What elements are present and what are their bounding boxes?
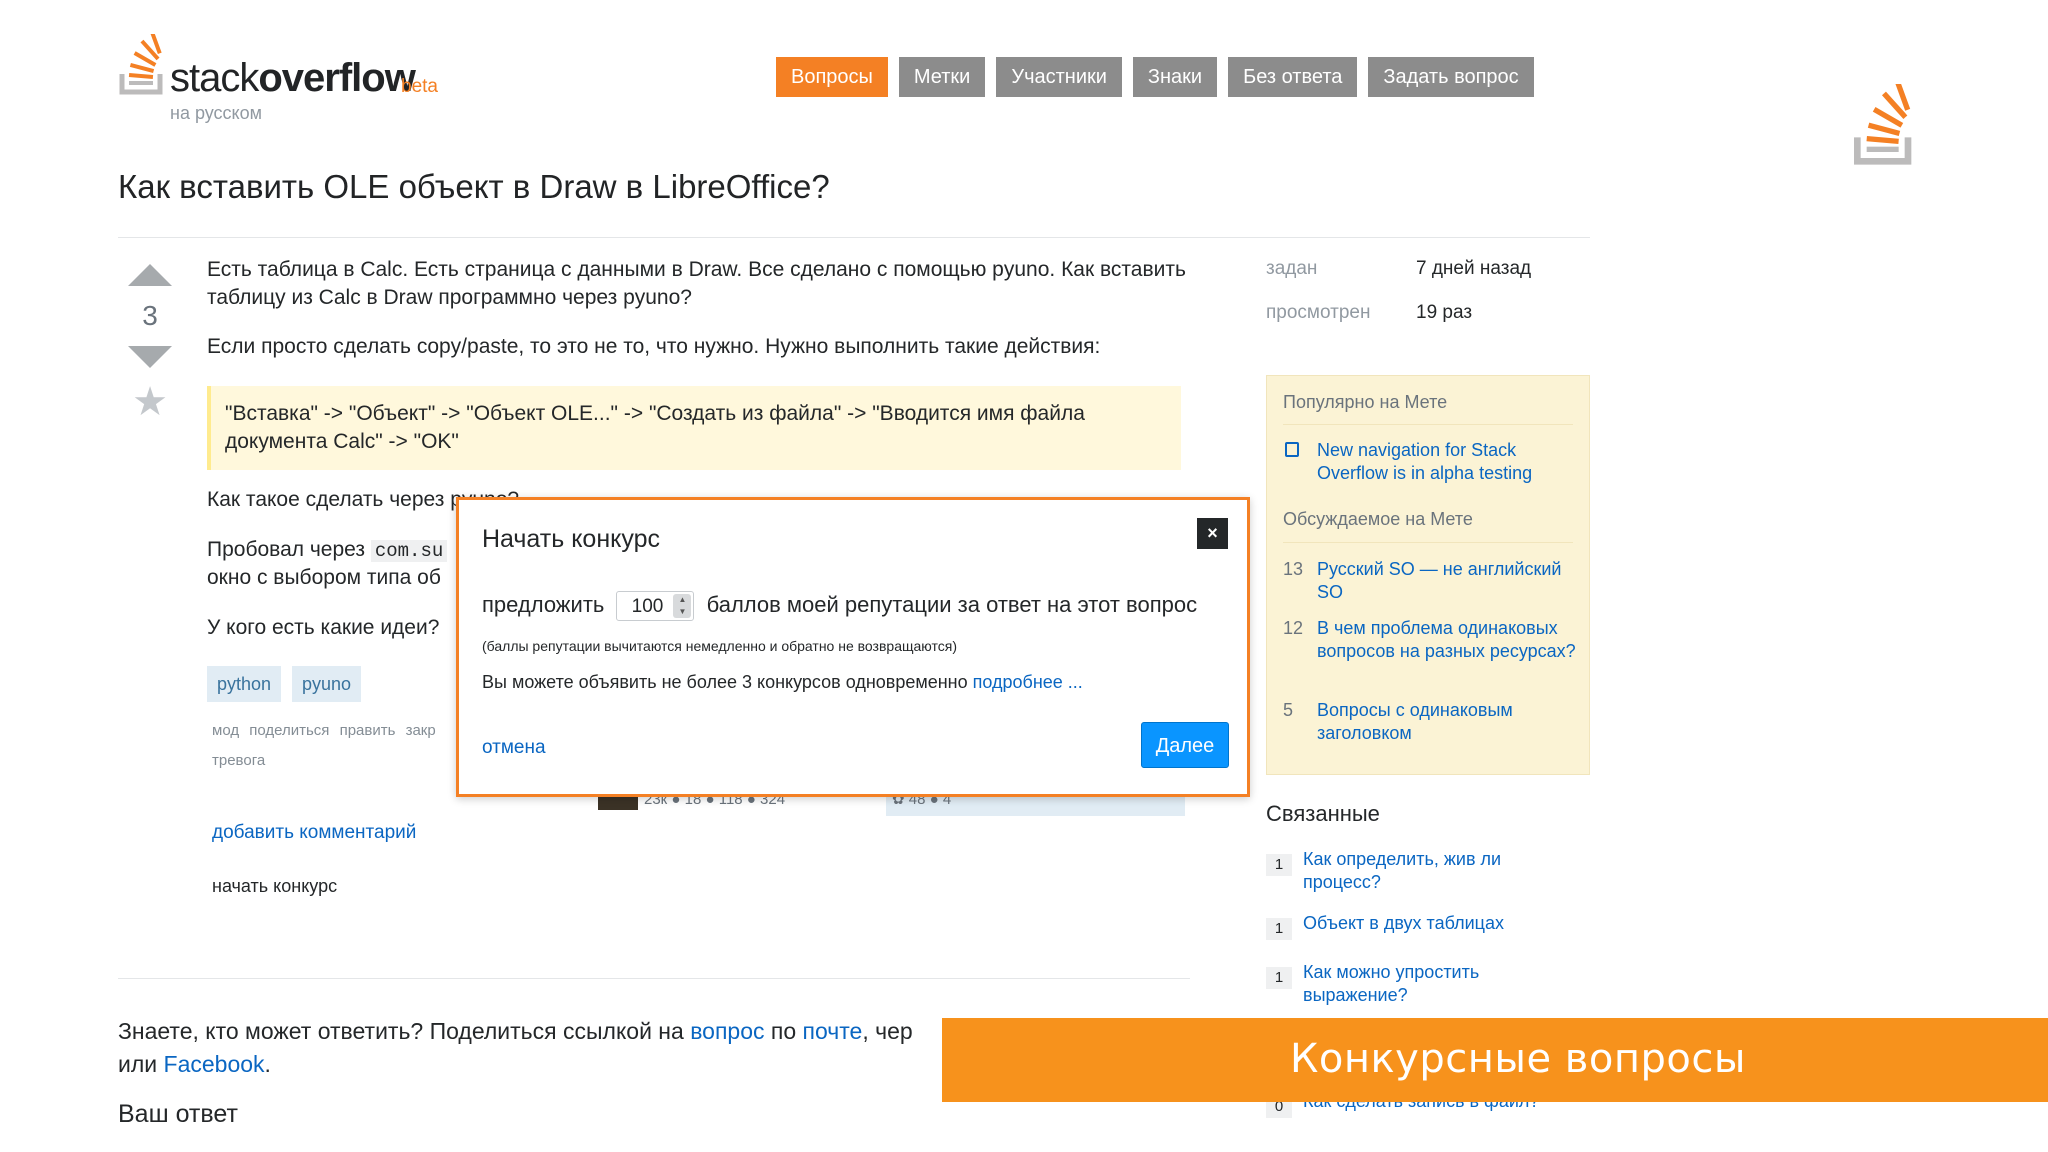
main-nav: Вопросы Метки Участники Знаки Без ответа… [776, 57, 1534, 97]
bounty-offer-row: предложить ▲▼ баллов моей репутации за о… [482, 591, 1197, 622]
bulletin-link[interactable]: New navigation for Stack Overflow is in … [1317, 439, 1582, 485]
post-menu-flag[interactable]: тревога [212, 752, 265, 769]
related-score: 1 [1266, 854, 1292, 876]
bulletin-link[interactable]: Русский SO — не английский SO [1317, 558, 1582, 604]
upvote-icon[interactable] [128, 264, 172, 286]
your-answer-heading: Ваш ответ [118, 1100, 238, 1128]
logo-subtitle: на русском [170, 103, 263, 123]
viewed-row: просмотрен 19 раз [1266, 302, 1473, 323]
start-bounty-dialog: Начать конкурс × предложить ▲▼ баллов мо… [456, 497, 1250, 797]
stack-corner-icon [1854, 84, 1912, 165]
post-paragraph: Если просто сделать copy/paste, то это н… [207, 335, 1101, 358]
share-facebook-link[interactable]: Facebook [164, 1051, 265, 1077]
post-paragraph: Пробовал через com.su [207, 536, 448, 565]
nav-badges[interactable]: Знаки [1132, 57, 1218, 97]
related-link[interactable]: Как определить, жив ли процесс? [1303, 848, 1553, 894]
bulletin-divider [1283, 542, 1573, 543]
related-heading: Связанные [1266, 801, 1380, 826]
favorite-star-icon[interactable]: ★ [128, 382, 172, 422]
related-link[interactable]: Объект в двух таблицах [1303, 912, 1553, 935]
share-question-link[interactable]: вопрос [690, 1018, 764, 1044]
post-paragraph: окно с выбором типа об [207, 566, 441, 589]
related-score: 1 [1266, 918, 1292, 940]
related-score: 1 [1266, 967, 1292, 989]
nav-users[interactable]: Участники [996, 57, 1122, 97]
nav-ask-question[interactable]: Задать вопрос [1368, 57, 1534, 97]
add-comment-link[interactable]: добавить комментарий [212, 822, 416, 844]
bulletin-item[interactable]: 13 Русский SO — не английский SO [1283, 558, 1578, 606]
title-divider [118, 237, 1590, 238]
spinner-arrows-icon[interactable]: ▲ ▼ [673, 594, 692, 618]
vote-count: 3 [142, 300, 158, 331]
dialog-title: Начать конкурс [482, 525, 660, 553]
bulletin-item[interactable]: 5 Вопросы с одинаковым заголовком [1283, 699, 1578, 747]
post-divider [118, 978, 1190, 979]
cancel-link[interactable]: отмена [482, 737, 546, 759]
bounty-limit: Вы можете объявить не более 3 конкурсов … [482, 672, 1083, 692]
bulletin-count: 13 [1283, 559, 1304, 579]
post-menu[interactable]: мод поделиться править закр [212, 722, 436, 739]
nav-questions[interactable]: Вопросы [776, 57, 888, 97]
close-icon[interactable]: × [1197, 518, 1228, 549]
bulletin-divider [1283, 424, 1573, 425]
downvote-icon[interactable] [128, 346, 172, 368]
nav-tags[interactable]: Метки [898, 57, 986, 97]
next-button[interactable]: Далее [1141, 722, 1229, 768]
bulletin-link[interactable]: В чем проблема одинаковых вопросов на ра… [1317, 617, 1582, 663]
community-bulletin: Популярно на Мете New navigation for Sta… [1266, 375, 1590, 775]
bulletin-link[interactable]: Вопросы с одинаковым заголовком [1317, 699, 1582, 745]
site-logo[interactable]: stackoverflow beta на русском [118, 34, 458, 124]
share-email-link[interactable]: почте [803, 1018, 863, 1044]
logo-beta: beta [401, 76, 438, 97]
discussed-heading: Обсуждаемое на Мете [1283, 509, 1473, 529]
related-link[interactable]: Как можно упростить выражение? [1303, 961, 1553, 1007]
meta-post-icon [1285, 442, 1299, 457]
tag-pyuno[interactable]: pyuno [292, 666, 362, 702]
bulletin-item[interactable]: New navigation for Stack Overflow is in … [1283, 439, 1578, 489]
post-paragraph: Есть таблица в Calc. Есть страница с дан… [207, 258, 1186, 309]
nav-unanswered[interactable]: Без ответа [1228, 57, 1358, 97]
bulletin-count: 5 [1283, 700, 1294, 720]
logo-wordmark: stackoverflow [170, 56, 416, 100]
popular-heading: Популярно на Мете [1283, 392, 1448, 412]
tag-python[interactable]: python [207, 666, 282, 702]
stack-logo-icon [119, 34, 163, 95]
bulletin-count: 12 [1283, 618, 1304, 638]
caption-banner: Конкурсные вопросы [942, 1018, 2048, 1102]
bulletin-item[interactable]: 12 В чем проблема одинаковых вопросов на… [1283, 617, 1578, 689]
post-paragraph: У кого есть какие идеи? [207, 616, 440, 639]
post-blockquote: "Вставка" -> "Объект" -> "Объект OLE..."… [207, 386, 1181, 470]
caption-text: Конкурсные вопросы [1290, 1036, 1746, 1082]
vote-cell: 3 ★ [128, 264, 172, 422]
inline-code: com.su [370, 540, 448, 562]
learn-more-link[interactable]: подробнее ... [973, 672, 1083, 692]
bounty-amount-stepper[interactable]: ▲▼ [616, 591, 695, 622]
asked-row: задан 7 дней назад [1266, 258, 1532, 279]
start-bounty-link[interactable]: начать конкурс [212, 876, 337, 897]
bounty-amount-input[interactable] [617, 592, 678, 622]
share-prompt: Знаете, кто может ответить? Поделиться с… [118, 1018, 913, 1077]
bounty-note: (баллы репутации вычитаются немедленно и… [482, 638, 957, 654]
question-body: Есть таблица в Calc. Есть страница с дан… [207, 256, 1187, 361]
question-title[interactable]: Как вставить OLE объект в Draw в LibreOf… [118, 168, 830, 206]
